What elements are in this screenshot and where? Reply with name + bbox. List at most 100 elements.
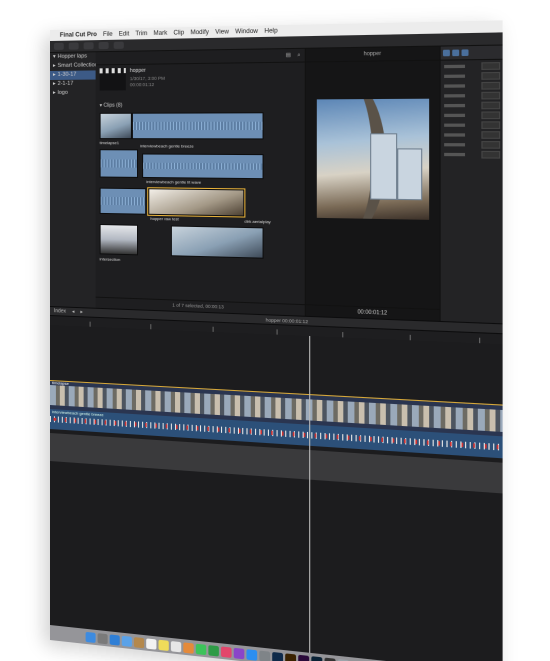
inspector-row[interactable] <box>444 111 501 120</box>
finder-icon[interactable] <box>85 631 96 643</box>
libraries-icon[interactable] <box>53 42 64 50</box>
viewer: hopper 00:00:01:12 <box>304 46 441 321</box>
sidebar-item-event-2[interactable]: ▸ 2-1-17 <box>50 80 96 89</box>
clip-waveform[interactable] <box>131 112 264 140</box>
nav-forward-icon[interactable]: ▸ <box>80 309 83 315</box>
sidebar-item-label: 2-1-17 <box>57 80 74 87</box>
calendar-icon[interactable] <box>146 637 157 650</box>
inspector-row[interactable] <box>444 62 501 70</box>
finalcut-icon[interactable] <box>324 657 336 661</box>
sidebar-item-label: Smart Collections <box>57 62 101 69</box>
clip-grid: timelapse1 interviewbeach gentle breeze … <box>99 112 275 301</box>
inspector-row[interactable] <box>444 121 501 129</box>
filter-icon[interactable]: ▤ <box>286 52 291 58</box>
reminders-icon[interactable] <box>170 640 182 652</box>
photoshop-icon[interactable] <box>272 651 284 661</box>
search-icon[interactable]: ⌕ <box>297 52 300 58</box>
audio-inspector-icon[interactable] <box>452 49 460 57</box>
clip-waveform[interactable] <box>99 187 147 215</box>
video-clip-label: timelapse <box>51 380 69 387</box>
menu-app-name[interactable]: Final Cut Pro <box>60 32 97 39</box>
clips-header[interactable]: ▾ Clips (8) <box>100 103 123 109</box>
clip-thumbnail[interactable] <box>170 225 264 259</box>
sidebar-item-label: 1-30-17 <box>57 71 77 78</box>
info-inspector-icon[interactable] <box>461 49 469 57</box>
inspector-row[interactable] <box>444 91 501 100</box>
index-button[interactable]: Index <box>54 308 66 314</box>
event-title: hopper <box>129 67 146 75</box>
menu-window[interactable]: Window <box>235 28 258 35</box>
star-icon: ▸ <box>52 71 56 78</box>
import-icon[interactable] <box>98 41 109 50</box>
star-icon: ▸ <box>52 89 56 96</box>
illustrator-icon[interactable] <box>285 652 297 661</box>
messages-icon[interactable] <box>195 643 207 655</box>
mail-icon[interactable] <box>121 635 132 647</box>
stage: Final Cut Pro File Edit Trim Mark Clip M… <box>0 0 550 661</box>
launchpad-icon[interactable] <box>97 632 108 644</box>
prefs-icon[interactable] <box>259 650 271 661</box>
notes-icon[interactable] <box>158 639 169 651</box>
photos-audio-icon[interactable] <box>68 42 79 50</box>
clip-thumbnail[interactable] <box>147 187 246 218</box>
music-icon[interactable] <box>221 645 232 658</box>
clip-label: interviewbeach gentle lit wave <box>146 179 202 185</box>
event-info: hopper 1/30/17, 3:00 PM 00:00:01:12 <box>99 66 305 103</box>
sidebar-item-smart-collections[interactable]: ▸ Smart Collections <box>50 61 101 71</box>
menu-help[interactable]: Help <box>264 28 277 35</box>
menu-modify[interactable]: Modify <box>190 29 208 36</box>
triangle-icon: ▾ <box>52 53 56 60</box>
menu-file[interactable]: File <box>103 31 113 37</box>
monitor-screen: Final Cut Pro File Edit Trim Mark Clip M… <box>50 20 503 661</box>
facetime-icon[interactable] <box>208 644 219 657</box>
clip-waveform[interactable] <box>142 153 264 180</box>
sidebar-item-label: Hopper laps <box>57 53 88 60</box>
event-duration: 00:00:01:12 <box>129 81 155 88</box>
inspector-row[interactable] <box>444 150 501 159</box>
triangle-icon: ▸ <box>52 62 56 69</box>
lightroom-icon[interactable] <box>311 655 323 661</box>
menu-mark[interactable]: Mark <box>154 30 168 36</box>
menu-clip[interactable]: Clip <box>173 30 184 36</box>
inspector-row[interactable] <box>444 81 501 90</box>
inspector-row[interactable] <box>444 101 501 110</box>
photos-icon[interactable] <box>183 641 194 654</box>
clip-waveform[interactable] <box>99 149 139 178</box>
clapper-icon <box>99 68 126 91</box>
clip-label: interviewbeach gentle breeze <box>140 143 194 149</box>
titles-icon[interactable] <box>83 42 94 50</box>
building-shape <box>370 133 398 200</box>
clip-label: intersection <box>99 256 121 262</box>
library-sidebar: ▾ Hopper laps ▸ Smart Collections ▸ 1-30-17… <box>50 52 101 308</box>
timeline[interactable]: timelapse interviewbeach gentle breeze <box>50 325 503 661</box>
clips-label: Clips <box>103 102 115 109</box>
safari-icon[interactable] <box>109 633 120 646</box>
clip-thumbnail[interactable] <box>99 112 132 140</box>
clip-thumbnail[interactable] <box>99 224 139 256</box>
project-name: hopper <box>265 316 281 323</box>
nav-back-icon[interactable]: ◂ <box>72 309 74 315</box>
building-shape <box>397 148 423 201</box>
sidebar-item-event-1[interactable]: ▸ 1-30-17 <box>50 70 96 80</box>
inspector-row[interactable] <box>444 131 501 139</box>
podcasts-icon[interactable] <box>233 647 245 659</box>
clip-label: dirk aerialplay <box>244 218 271 225</box>
viewer-image <box>316 98 430 220</box>
timeline-title: hopper 00:00:01:12 <box>266 317 308 324</box>
menu-view[interactable]: View <box>215 29 229 35</box>
playhead[interactable] <box>309 335 311 653</box>
premiere-icon[interactable] <box>298 654 310 661</box>
event-meta: 1/30/17, 3:00 PM 00:00:01:12 <box>130 76 165 89</box>
contacts-icon[interactable] <box>133 636 145 648</box>
clips-count: (8) <box>116 102 123 109</box>
sidebar-item-label: logo <box>57 89 68 96</box>
appstore-icon[interactable] <box>246 648 258 661</box>
menu-trim[interactable]: Trim <box>135 30 147 36</box>
sidebar-item-logo[interactable]: ▸ logo <box>50 89 96 98</box>
keyword-icon[interactable] <box>113 41 124 49</box>
menu-edit[interactable]: Edit <box>119 31 129 37</box>
inspector-row[interactable] <box>444 71 501 80</box>
video-inspector-icon[interactable] <box>442 49 450 57</box>
viewer-title: hopper <box>305 46 441 63</box>
inspector-row[interactable] <box>444 141 501 149</box>
